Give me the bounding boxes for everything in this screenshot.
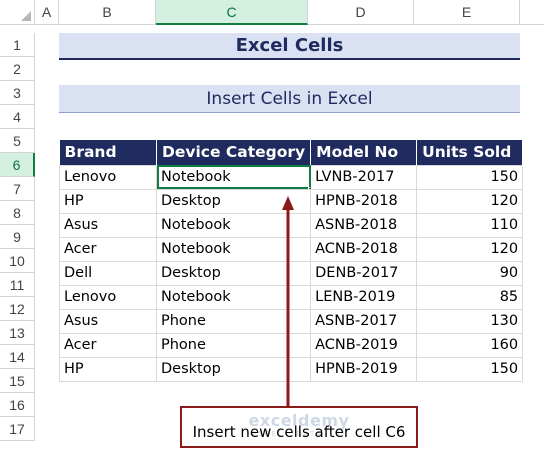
table-row: Lenovo Notebook LVNB-2017 150 — [59, 164, 524, 190]
row-header-3[interactable]: 3 — [0, 81, 35, 105]
cell-model-no[interactable]: LENB-2019 — [310, 284, 418, 310]
header-brand[interactable]: Brand — [59, 140, 157, 165]
cell-model-no[interactable]: ASNB-2017 — [310, 308, 418, 334]
cell-units-sold[interactable]: 150 — [416, 356, 524, 382]
table-row: Acer Notebook ACNB-2018 120 — [59, 236, 524, 262]
table-row: Asus Phone ASNB-2017 130 — [59, 308, 524, 334]
row-header-7[interactable]: 7 — [0, 177, 35, 201]
cell-units-sold[interactable]: 120 — [416, 188, 524, 214]
header-device-category[interactable]: Device Category — [156, 140, 312, 165]
cell-units-sold[interactable]: 110 — [416, 212, 524, 238]
cell-device-category[interactable]: Desktop — [155, 188, 312, 214]
row-header-11[interactable]: 11 — [0, 273, 35, 297]
column-header-c[interactable]: C — [156, 0, 308, 25]
table-row: Dell Desktop DENB-2017 90 — [59, 260, 524, 286]
table-row: HP Desktop HPNB-2018 120 — [59, 188, 524, 214]
cell-model-no[interactable]: ACNB-2019 — [310, 332, 418, 358]
table-row: Acer Phone ACNB-2019 160 — [59, 332, 524, 358]
cell-device-category[interactable]: Notebook — [155, 284, 312, 310]
cell-units-sold[interactable]: 85 — [416, 284, 524, 310]
row-header-5[interactable]: 5 — [0, 129, 35, 153]
cell-model-no[interactable]: HPNB-2018 — [310, 188, 418, 214]
cell-device-category[interactable]: Desktop — [155, 356, 312, 382]
table-header-row: Brand Device Category Model No Units Sol… — [59, 140, 524, 165]
row-header-6[interactable]: 6 — [0, 153, 35, 177]
table-row: HP Desktop HPNB-2019 150 — [59, 356, 524, 382]
cell-model-no[interactable]: ASNB-2018 — [310, 212, 418, 238]
select-all-triangle-icon — [21, 11, 31, 21]
table-row: Lenovo Notebook LENB-2019 85 — [59, 284, 524, 310]
cell-device-category[interactable]: Notebook — [155, 236, 312, 262]
cell-units-sold[interactable]: 120 — [416, 236, 524, 262]
callout-box: exceldemy EXCEL · DATA · BI Insert new c… — [180, 406, 418, 448]
row-header-17[interactable]: 17 — [0, 417, 35, 441]
column-header-a[interactable]: A — [35, 0, 59, 25]
cell-device-category[interactable]: Notebook — [155, 212, 312, 238]
select-all-corner[interactable] — [0, 0, 35, 25]
table-row: Asus Notebook ASNB-2018 110 — [59, 212, 524, 238]
row-header-13[interactable]: 13 — [0, 321, 35, 345]
row-header-10[interactable]: 10 — [0, 249, 35, 273]
active-cell-c6[interactable]: Notebook — [155, 164, 312, 190]
cell-model-no[interactable]: ACNB-2018 — [310, 236, 418, 262]
cell-units-sold[interactable]: 90 — [416, 260, 524, 286]
cell-device-category: Notebook — [161, 169, 231, 185]
sheet-subtitle[interactable]: Insert Cells in Excel — [59, 85, 520, 113]
fill-handle[interactable] — [308, 186, 310, 188]
cell-brand[interactable]: Lenovo — [59, 164, 157, 190]
cell-brand[interactable]: HP — [59, 188, 157, 214]
column-header-f-partial[interactable] — [520, 0, 544, 25]
cell-units-sold[interactable]: 130 — [416, 308, 524, 334]
column-header-e[interactable]: E — [414, 0, 520, 25]
column-header-b[interactable]: B — [59, 0, 156, 25]
row-header-12[interactable]: 12 — [0, 297, 35, 321]
header-units-sold[interactable]: Units Sold — [416, 140, 524, 165]
cell-model-no[interactable]: LVNB-2017 — [310, 164, 418, 190]
cell-brand[interactable]: HP — [59, 356, 157, 382]
header-model-no[interactable]: Model No — [310, 140, 418, 165]
row-header-1[interactable]: 1 — [0, 33, 35, 57]
cell-brand[interactable]: Acer — [59, 332, 157, 358]
data-table: Brand Device Category Model No Units Sol… — [59, 140, 524, 382]
cell-device-category[interactable]: Phone — [155, 332, 312, 358]
row-header-14[interactable]: 14 — [0, 345, 35, 369]
row-header-16[interactable]: 16 — [0, 393, 35, 417]
row-header-2[interactable]: 2 — [0, 57, 35, 81]
cell-units-sold[interactable]: 160 — [416, 332, 524, 358]
cell-device-category[interactable]: Phone — [155, 308, 312, 334]
sheet-title[interactable]: Excel Cells — [59, 33, 520, 60]
row-header-4[interactable]: 4 — [0, 105, 35, 129]
cell-model-no[interactable]: HPNB-2019 — [310, 356, 418, 382]
column-header-d[interactable]: D — [308, 0, 414, 25]
cell-brand[interactable]: Dell — [59, 260, 157, 286]
callout-text: Insert new cells after cell C6 — [192, 423, 406, 441]
cell-brand[interactable]: Asus — [59, 212, 157, 238]
row-header-8[interactable]: 8 — [0, 201, 35, 225]
cell-brand[interactable]: Asus — [59, 308, 157, 334]
cell-brand[interactable]: Lenovo — [59, 284, 157, 310]
cell-units-sold[interactable]: 150 — [416, 164, 524, 190]
cell-device-category[interactable]: Desktop — [155, 260, 312, 286]
row-header-9[interactable]: 9 — [0, 225, 35, 249]
cell-brand[interactable]: Acer — [59, 236, 157, 262]
row-header-15[interactable]: 15 — [0, 369, 35, 393]
cell-model-no[interactable]: DENB-2017 — [310, 260, 418, 286]
